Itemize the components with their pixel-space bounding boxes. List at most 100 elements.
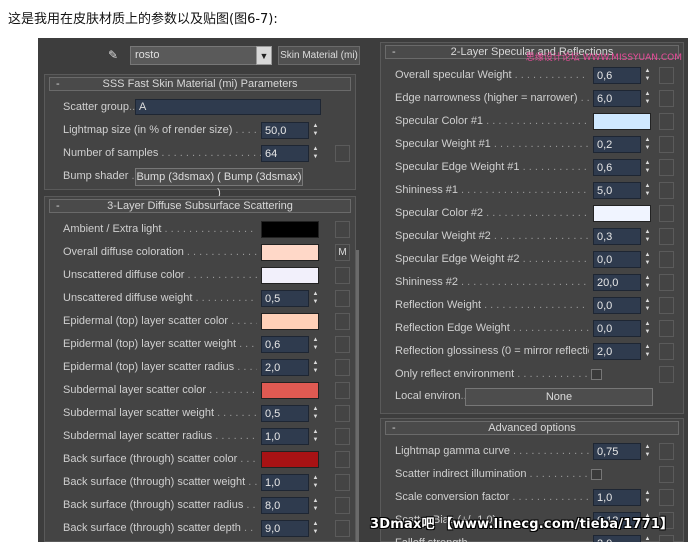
value-spinner[interactable]: 20,0 bbox=[593, 274, 641, 291]
map-button[interactable] bbox=[335, 267, 350, 284]
spinner-arrows-icon[interactable]: ▲▼ bbox=[311, 122, 320, 139]
map-button[interactable] bbox=[659, 228, 674, 245]
spinner-arrows-icon[interactable]: ▲▼ bbox=[311, 290, 320, 307]
color-swatch[interactable] bbox=[261, 267, 319, 284]
map-button[interactable] bbox=[335, 336, 350, 353]
bump-shader-button[interactable]: Bump (3dsmax) ( Bump (3dsmax) ) bbox=[135, 168, 303, 199]
chevron-down-icon[interactable]: ▼ bbox=[256, 46, 272, 65]
value-spinner[interactable]: 0,0 bbox=[593, 320, 641, 337]
value-spinner[interactable]: 1,0 bbox=[261, 428, 309, 445]
rollup-title[interactable]: - SSS Fast Skin Material (mi) Parameters bbox=[49, 77, 351, 91]
map-button[interactable] bbox=[659, 297, 674, 314]
color-swatch[interactable] bbox=[261, 221, 319, 238]
spinner-arrows-icon[interactable]: ▲▼ bbox=[311, 359, 320, 376]
spinner-arrows-icon[interactable]: ▲▼ bbox=[643, 67, 652, 84]
checkbox[interactable] bbox=[591, 469, 602, 480]
map-button[interactable] bbox=[659, 366, 674, 383]
material-type-button[interactable]: Skin Material (mi) bbox=[278, 46, 360, 65]
spinner-arrows-icon[interactable]: ▲▼ bbox=[643, 90, 652, 107]
value-spinner[interactable]: 0,75 bbox=[593, 443, 641, 460]
map-button[interactable] bbox=[335, 497, 350, 514]
spinner-arrows-icon[interactable]: ▲▼ bbox=[643, 182, 652, 199]
map-button[interactable]: M bbox=[335, 244, 350, 261]
spinner-arrows-icon[interactable]: ▲▼ bbox=[643, 159, 652, 176]
map-button[interactable] bbox=[335, 359, 350, 376]
map-button[interactable] bbox=[335, 221, 350, 238]
scrollbar[interactable] bbox=[356, 250, 359, 542]
spinner-arrows-icon[interactable]: ▲▼ bbox=[643, 228, 652, 245]
map-button[interactable] bbox=[335, 520, 350, 537]
map-button[interactable] bbox=[335, 290, 350, 307]
spinner-arrows-icon[interactable]: ▲▼ bbox=[643, 320, 652, 337]
spinner-arrows-icon[interactable]: ▲▼ bbox=[311, 428, 320, 445]
value-spinner[interactable]: 0,0 bbox=[593, 297, 641, 314]
value-spinner[interactable]: 1,0 bbox=[261, 474, 309, 491]
spinner-arrows-icon[interactable]: ▲▼ bbox=[311, 405, 320, 422]
map-button[interactable] bbox=[659, 182, 674, 199]
samples-map-button[interactable] bbox=[335, 145, 350, 162]
collapse-icon[interactable]: - bbox=[392, 46, 396, 58]
value-spinner[interactable]: 0,0 bbox=[593, 251, 641, 268]
value-spinner[interactable]: 0,6 bbox=[593, 67, 641, 84]
value-spinner[interactable]: 8,0 bbox=[261, 497, 309, 514]
color-swatch[interactable] bbox=[593, 113, 651, 130]
collapse-icon[interactable]: - bbox=[56, 200, 60, 212]
collapse-icon[interactable]: - bbox=[56, 78, 60, 90]
value-spinner[interactable]: 9,0 bbox=[261, 520, 309, 537]
eyedropper-icon[interactable]: ✎ bbox=[108, 48, 122, 62]
scatter-group-field[interactable]: A bbox=[135, 99, 321, 115]
spinner-arrows-icon[interactable]: ▲▼ bbox=[643, 343, 652, 360]
local-environ-button[interactable]: None bbox=[465, 388, 653, 406]
value-spinner[interactable]: 0,5 bbox=[261, 290, 309, 307]
map-button[interactable] bbox=[659, 274, 674, 291]
map-button[interactable] bbox=[335, 428, 350, 445]
color-swatch[interactable] bbox=[261, 382, 319, 399]
map-button[interactable] bbox=[659, 136, 674, 153]
map-button[interactable] bbox=[659, 90, 674, 107]
spinner-arrows-icon[interactable]: ▲▼ bbox=[311, 336, 320, 353]
color-swatch[interactable] bbox=[593, 205, 651, 222]
spinner-arrows-icon[interactable]: ▲▼ bbox=[643, 535, 652, 542]
map-button[interactable] bbox=[335, 474, 350, 491]
value-spinner[interactable]: 0,6 bbox=[593, 159, 641, 176]
value-spinner[interactable]: 1,0 bbox=[593, 489, 641, 506]
spinner-arrows-icon[interactable]: ▲▼ bbox=[643, 443, 652, 460]
samples-spinner[interactable]: 64 bbox=[261, 145, 309, 162]
value-spinner[interactable]: 0,3 bbox=[593, 228, 641, 245]
spinner-arrows-icon[interactable]: ▲▼ bbox=[643, 274, 652, 291]
map-button[interactable] bbox=[659, 113, 674, 130]
color-swatch[interactable] bbox=[261, 313, 319, 330]
map-button[interactable] bbox=[335, 313, 350, 330]
map-button[interactable] bbox=[659, 251, 674, 268]
spinner-arrows-icon[interactable]: ▲▼ bbox=[311, 474, 320, 491]
rollup-title[interactable]: - 3-Layer Diffuse Subsurface Scattering bbox=[49, 199, 351, 213]
map-button[interactable] bbox=[335, 405, 350, 422]
map-button[interactable] bbox=[659, 489, 674, 506]
map-button[interactable] bbox=[335, 451, 350, 468]
spinner-arrows-icon[interactable]: ▲▼ bbox=[643, 297, 652, 314]
map-button[interactable] bbox=[335, 382, 350, 399]
value-spinner[interactable]: 5,0 bbox=[593, 182, 641, 199]
value-spinner[interactable]: 0,6 bbox=[261, 336, 309, 353]
spinner-arrows-icon[interactable]: ▲▼ bbox=[311, 497, 320, 514]
spinner-arrows-icon[interactable]: ▲▼ bbox=[643, 489, 652, 506]
color-swatch[interactable] bbox=[261, 451, 319, 468]
map-button[interactable] bbox=[659, 466, 674, 483]
value-spinner[interactable]: 2,0 bbox=[593, 343, 641, 360]
map-button[interactable] bbox=[659, 205, 674, 222]
map-button[interactable] bbox=[659, 343, 674, 360]
rollup-title[interactable]: - Advanced options bbox=[385, 421, 679, 435]
spinner-arrows-icon[interactable]: ▲▼ bbox=[643, 136, 652, 153]
spinner-arrows-icon[interactable]: ▲▼ bbox=[311, 145, 320, 162]
checkbox[interactable] bbox=[591, 369, 602, 380]
color-swatch[interactable] bbox=[261, 244, 319, 261]
map-button[interactable] bbox=[659, 535, 674, 542]
material-name-field[interactable]: rosto bbox=[130, 46, 272, 65]
map-button[interactable] bbox=[659, 320, 674, 337]
spinner-arrows-icon[interactable]: ▲▼ bbox=[643, 251, 652, 268]
value-spinner[interactable]: 6,0 bbox=[593, 90, 641, 107]
value-spinner[interactable]: 0,2 bbox=[593, 136, 641, 153]
map-button[interactable] bbox=[659, 443, 674, 460]
map-button[interactable] bbox=[659, 159, 674, 176]
collapse-icon[interactable]: - bbox=[392, 422, 396, 434]
